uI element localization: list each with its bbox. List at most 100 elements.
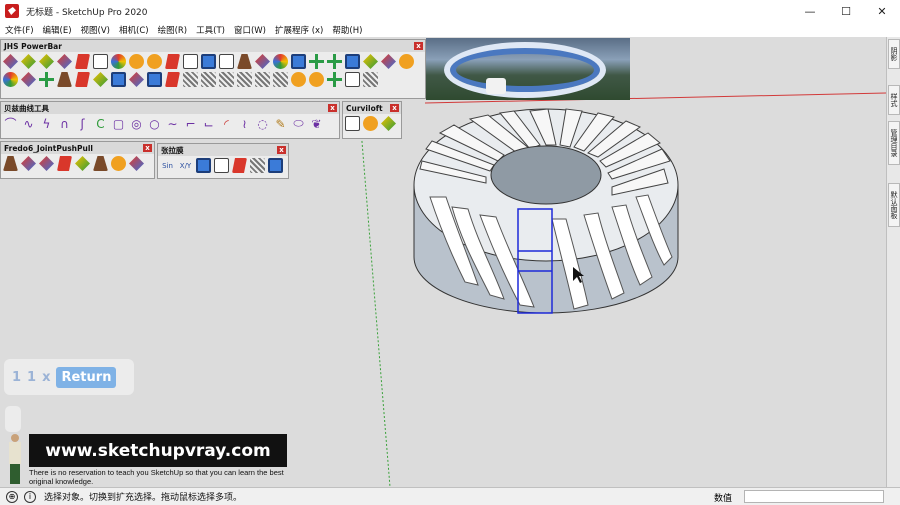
c-curve-icon[interactable]: C [93,116,108,131]
mirror-icon[interactable] [165,54,180,69]
joint-push-pull-icon[interactable] [3,156,18,171]
face-icon[interactable] [39,54,54,69]
menu-view[interactable]: 视图(V) [78,24,116,36]
thicken-icon[interactable] [93,156,108,171]
delete-icon[interactable] [327,72,342,87]
arc-curve-icon[interactable]: ⌒ [3,116,18,131]
yellow-cube-icon[interactable] [309,72,324,87]
shell-icon[interactable] [21,72,36,87]
stack-icon[interactable] [93,72,108,87]
push-pull-icon[interactable] [3,54,18,69]
frame-icon[interactable] [183,54,198,69]
texture-icon[interactable] [201,72,216,87]
menu-extensions[interactable]: 扩展程序 (x) [272,24,329,36]
pull-icon[interactable] [129,156,144,171]
leaf-icon[interactable]: ❦ [309,116,324,131]
circle-icon[interactable] [129,54,144,69]
geo-location-icon[interactable]: ⊕ [6,490,18,503]
loop-icon[interactable] [75,72,90,87]
rotate-icon[interactable] [111,54,126,69]
menu-file[interactable]: 文件(F) [2,24,40,36]
wave-curve-icon[interactable]: ∼ [165,116,180,131]
cross-icon[interactable] [39,72,54,87]
array-icon[interactable] [255,54,270,69]
ring-model[interactable] [413,108,679,314]
yellow-box-icon[interactable] [291,72,306,87]
subdivide-icon[interactable] [345,54,360,69]
refresh-icon[interactable] [3,72,18,87]
vector-push-pull-icon[interactable] [21,156,36,171]
lattice-icon[interactable] [273,72,288,87]
skin-icon[interactable] [363,116,378,131]
menu-help[interactable]: 帮助(H) [329,24,368,36]
info-icon[interactable]: i [24,490,36,503]
corner-curve-icon[interactable]: ⌙ [201,116,216,131]
pen-icon[interactable]: ✎ [273,116,288,131]
flatten-icon[interactable] [75,54,90,69]
close-icon[interactable]: x [328,104,337,112]
stop-icon[interactable] [232,158,247,173]
sphere-red-icon[interactable] [165,72,180,87]
n-curve-icon[interactable]: ∩ [57,116,72,131]
weld-icon[interactable] [399,54,414,69]
network-icon[interactable] [363,72,378,87]
hatch-icon[interactable] [219,72,234,87]
settings-icon[interactable] [268,158,283,173]
s-curve-icon[interactable]: ∿ [21,116,36,131]
rectangle-icon[interactable] [93,54,108,69]
bracket-curve-icon[interactable]: ⌐ [183,116,198,131]
arc-red-icon[interactable]: ◜ [219,116,234,131]
hook-curve-icon[interactable]: ʃ [75,116,90,131]
modeling-viewport[interactable]: JHS PowerBar x 贝兹曲线工具 x ⌒ ∿ ϟ ∩ ʃ C ▢ ◎ … [0,37,886,487]
tab-default-tray[interactable]: 默认面板 [888,183,900,227]
film-icon[interactable] [250,158,265,173]
ellipse-icon[interactable]: ⬭ [291,116,306,131]
normal-push-pull-icon[interactable] [39,156,54,171]
close-icon[interactable]: x [390,104,399,112]
terrain-icon[interactable] [363,54,378,69]
xy-tool-icon[interactable]: X/Y [178,158,193,173]
copy-icon[interactable] [201,54,216,69]
tile-icon[interactable] [255,72,270,87]
maximize-button[interactable]: ☐ [828,0,864,22]
bucket-icon[interactable] [57,72,72,87]
add-icon[interactable] [309,54,324,69]
z-curve-icon[interactable]: ϟ [39,116,54,131]
sphere-icon[interactable] [147,54,162,69]
follow-icon[interactable] [111,156,126,171]
box-icon[interactable] [111,72,126,87]
shape-icon[interactable] [381,54,396,69]
menu-tools[interactable]: 工具(T) [193,24,231,36]
measurements-input[interactable] [744,490,884,503]
round-curve-icon[interactable]: ○ [147,116,162,131]
close-icon[interactable]: x [277,146,286,154]
menu-window[interactable]: 窗口(W) [231,24,272,36]
move-icon[interactable] [327,54,342,69]
extrude-green-icon[interactable] [75,156,90,171]
grid-icon[interactable] [291,54,306,69]
close-icon[interactable]: x [414,42,423,50]
paint-icon[interactable] [21,54,36,69]
scale-icon[interactable] [129,72,144,87]
mesh-icon[interactable] [237,72,252,87]
zigzag-icon[interactable]: ≀ [237,116,252,131]
pattern-icon[interactable] [183,72,198,87]
menu-draw[interactable]: 绘图(R) [155,24,194,36]
menu-camera[interactable]: 相机(C) [116,24,155,36]
lathe-icon[interactable] [237,54,252,69]
page-icon[interactable] [219,54,234,69]
loft-icon[interactable] [345,116,360,131]
tab-outliner[interactable]: 管理目录 [888,121,900,165]
close-icon[interactable]: x [143,144,152,152]
cube-icon[interactable] [147,72,162,87]
menu-edit[interactable]: 编辑(E) [40,24,78,36]
tab-shadows[interactable]: 阴影 [888,39,900,69]
oval-curve-icon[interactable]: ◎ [129,116,144,131]
tab-styles[interactable]: 样式 [888,85,900,115]
dotted-circle-icon[interactable]: ◌ [255,116,270,131]
extrude-icon[interactable] [57,54,72,69]
minimize-button[interactable]: — [792,0,828,22]
spiral-icon[interactable] [273,54,288,69]
square-curve-icon[interactable]: ▢ [111,116,126,131]
play-icon[interactable] [214,158,229,173]
